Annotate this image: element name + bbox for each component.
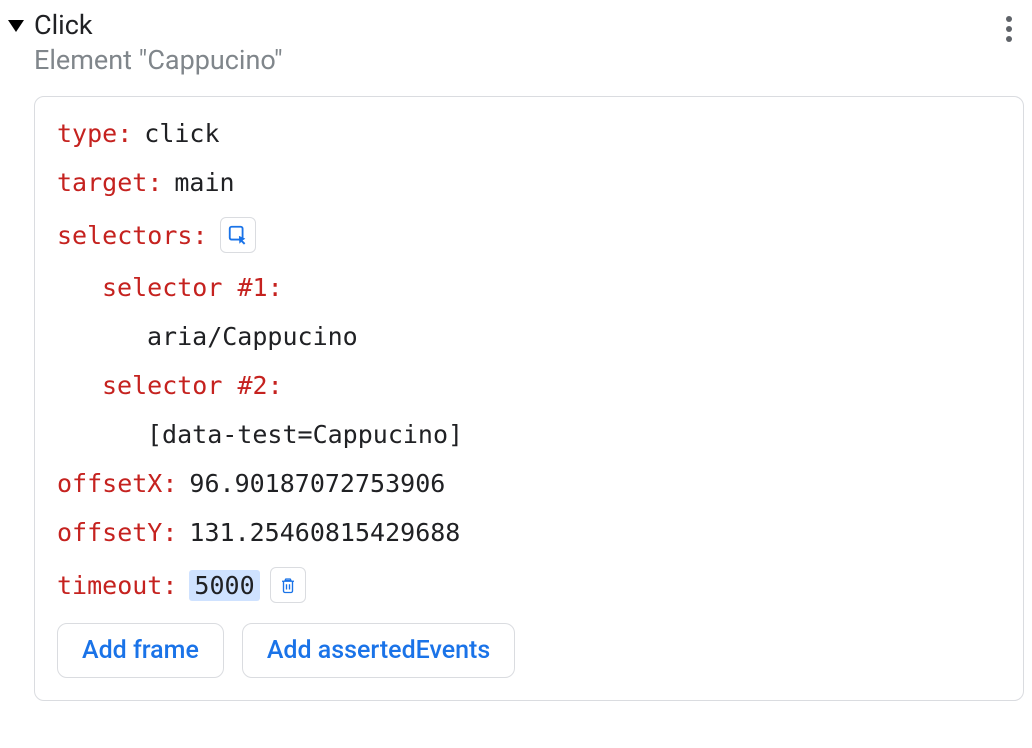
type-row[interactable]: type: click — [57, 119, 1001, 148]
add-frame-button[interactable]: Add frame — [57, 623, 224, 678]
type-value: click — [144, 119, 219, 148]
timeout-row[interactable]: timeout: 5000 — [57, 567, 1001, 603]
selector-2-label-row[interactable]: selector #2: — [57, 371, 1001, 400]
selector-2-value: [data-test=Cappucino] — [147, 420, 463, 449]
element-picker-icon — [227, 224, 249, 246]
selector-1-value: aria/Cappucino — [147, 322, 358, 351]
target-key: target — [57, 168, 147, 197]
offsety-value: 131.25460815429688 — [189, 518, 460, 547]
kebab-menu-icon[interactable] — [994, 8, 1024, 50]
details-panel: type: click target: main selectors: sele… — [34, 96, 1024, 701]
offsetx-value: 96.90187072753906 — [189, 469, 445, 498]
selectors-row[interactable]: selectors: — [57, 217, 1001, 253]
target-row[interactable]: target: main — [57, 168, 1001, 197]
selector-2-label: selector #2 — [102, 371, 268, 400]
offsety-key: offsetY — [57, 518, 162, 547]
add-asserted-events-button[interactable]: Add assertedEvents — [242, 623, 515, 678]
selector-1-label: selector #1 — [102, 273, 268, 302]
target-value: main — [174, 168, 234, 197]
offsety-row[interactable]: offsetY: 131.25460815429688 — [57, 518, 1001, 547]
timeout-key: timeout — [57, 571, 162, 600]
selector-picker-button[interactable] — [220, 217, 256, 253]
selector-1-value-row[interactable]: aria/Cappucino — [57, 322, 1001, 351]
offsetx-key: offsetX — [57, 469, 162, 498]
offsetx-row[interactable]: offsetX: 96.90187072753906 — [57, 469, 1001, 498]
selector-1-label-row[interactable]: selector #1: — [57, 273, 1001, 302]
step-subtitle: Element "Cappucino" — [34, 43, 283, 78]
selectors-key: selectors — [57, 221, 192, 250]
step-title: Click — [34, 8, 283, 43]
timeout-value[interactable]: 5000 — [189, 570, 259, 601]
delete-timeout-button[interactable] — [270, 567, 306, 603]
trash-icon — [279, 575, 297, 595]
collapse-triangle-icon[interactable] — [8, 20, 24, 32]
selector-2-value-row[interactable]: [data-test=Cappucino] — [57, 420, 1001, 449]
type-key: type — [57, 119, 117, 148]
